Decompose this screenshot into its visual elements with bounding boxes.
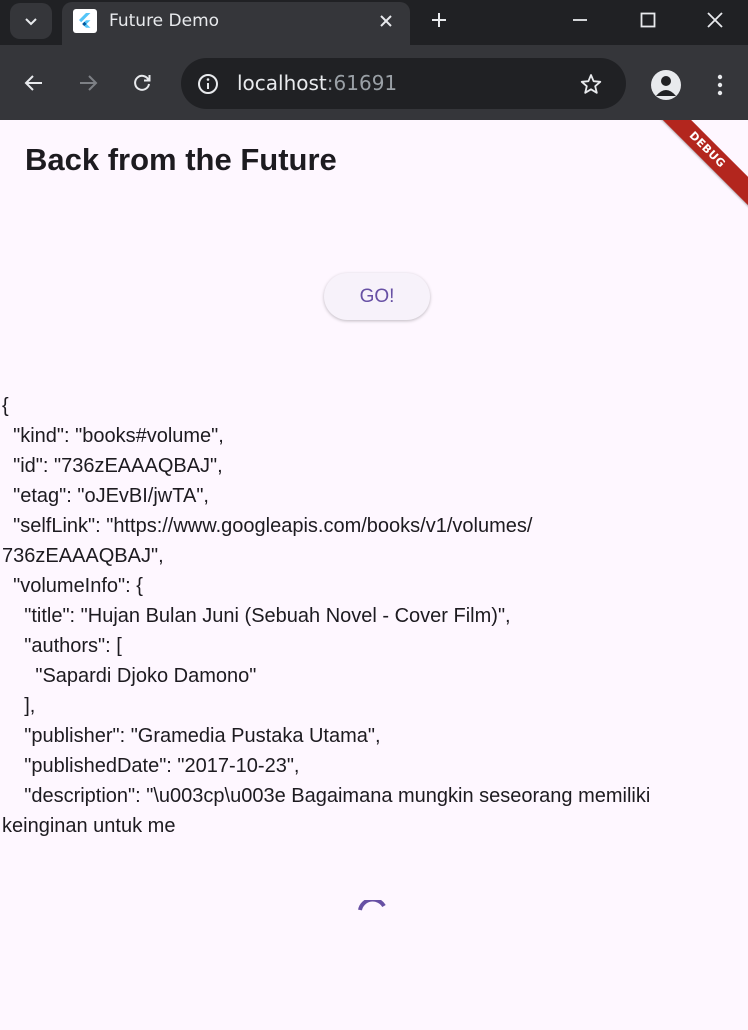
bookmark-button[interactable]: [576, 69, 606, 99]
url-host: localhost: [237, 71, 327, 95]
tab-search-button[interactable]: [10, 3, 52, 39]
account-icon: [656, 76, 676, 96]
browser-toolbar: localhost:61691: [0, 45, 748, 120]
json-line: "publisher": "Gramedia Pustaka Utama",: [2, 725, 381, 747]
close-icon: [707, 12, 723, 28]
arrow-left-icon: [24, 75, 42, 91]
json-line: "Sapardi Djoko Damono": [2, 665, 257, 687]
close-icon: [380, 15, 392, 27]
window-close-button[interactable]: [682, 0, 748, 40]
go-button[interactable]: GO!: [324, 273, 430, 320]
json-line: "etag": "oJEvBI/jwTA",: [2, 485, 209, 507]
address-bar[interactable]: localhost:61691: [181, 58, 626, 109]
site-info-button[interactable]: [192, 68, 224, 100]
json-line: "description": "\u003cp\u003e Bagaimana …: [2, 785, 651, 807]
minimize-icon: [573, 19, 587, 21]
profile-button[interactable]: [651, 70, 681, 100]
loading-spinner-icon: [358, 900, 386, 911]
browser-menu-button[interactable]: [708, 67, 732, 103]
plus-icon: [432, 13, 446, 27]
json-line: 736zEAAAQBAJ",: [2, 545, 164, 567]
browser-tab-active[interactable]: Future Demo: [62, 2, 410, 46]
json-line: "title": "Hujan Bulan Juni (Sebuah Novel…: [2, 605, 511, 627]
app-bar-title: Back from the Future: [25, 142, 337, 177]
json-line: {: [2, 395, 9, 417]
info-icon: [198, 74, 218, 94]
json-line: keinginan untuk me: [2, 815, 176, 837]
app-page: Back from the Future DEBUG GO! { "kind":…: [0, 120, 748, 1030]
json-line: "volumeInfo": {: [2, 575, 143, 597]
reload-icon: [134, 74, 151, 91]
debug-banner: DEBUG: [646, 120, 748, 211]
new-tab-button[interactable]: [424, 5, 454, 35]
json-line: "authors": [: [2, 635, 122, 657]
chevron-down-icon: [25, 18, 37, 26]
star-icon: [580, 74, 602, 94]
window-maximize-button[interactable]: [614, 0, 682, 40]
json-line: "selfLink": "https://www.googleapis.com/…: [2, 515, 533, 537]
kebab-menu-icon: [717, 74, 723, 96]
json-line: "id": "736zEAAAQBAJ",: [2, 455, 223, 477]
tab-title: Future Demo: [109, 11, 220, 31]
url-text: localhost:61691: [237, 71, 397, 95]
window-minimize-button[interactable]: [546, 0, 614, 40]
json-result-text: { "kind": "books#volume", "id": "736zEAA…: [2, 391, 746, 841]
reload-button[interactable]: [124, 65, 160, 101]
browser-tab-strip: Future Demo: [0, 0, 748, 46]
arrow-right-icon: [80, 75, 98, 91]
json-line: ],: [2, 695, 36, 717]
json-line: "publishedDate": "2017-10-23",: [2, 755, 300, 777]
maximize-icon: [640, 12, 656, 28]
flutter-logo-icon: [73, 9, 97, 33]
forward-button[interactable]: [70, 65, 106, 101]
json-line: "kind": "books#volume",: [2, 425, 224, 447]
url-port: :61691: [326, 71, 398, 95]
tab-close-button[interactable]: [376, 11, 396, 31]
back-button[interactable]: [16, 65, 52, 101]
